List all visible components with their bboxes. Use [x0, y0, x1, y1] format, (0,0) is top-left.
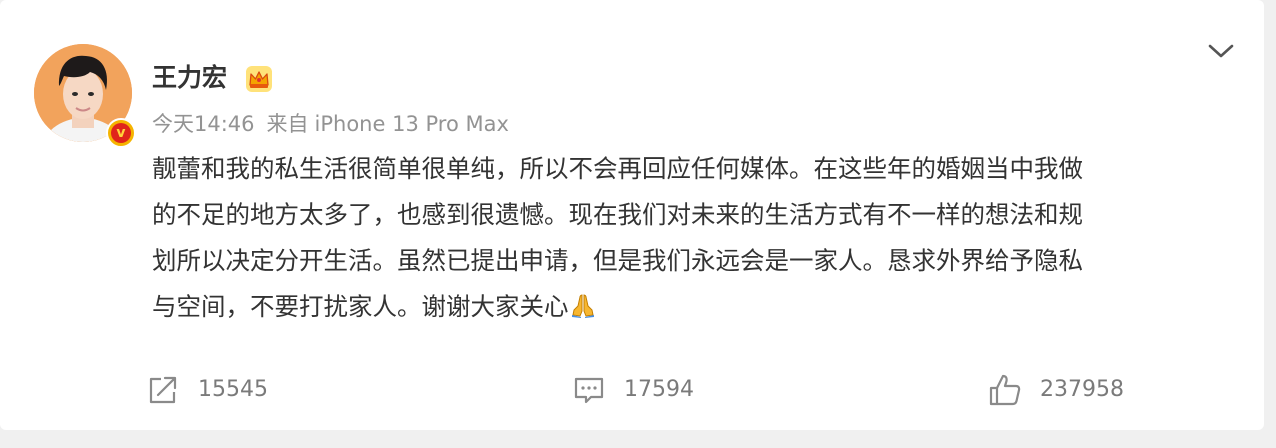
post-text-line: 划所以决定分开生活。虽然已提出申请，但是我们永远会是一家人。恳求外界给予隐私 [152, 246, 1083, 275]
thumbs-up-icon [989, 374, 1021, 406]
verified-v-icon: v [111, 123, 131, 143]
post-time[interactable]: 今天14:46 [152, 112, 255, 136]
share-icon [149, 376, 177, 404]
verified-badge: v [106, 118, 136, 148]
crown-vip-badge-icon[interactable] [244, 64, 274, 94]
comment-icon [574, 377, 604, 404]
source-prefix: 来自 [266, 112, 309, 136]
source-device: iPhone 13 Pro Max [314, 112, 509, 136]
chevron-down-icon[interactable] [1206, 36, 1236, 66]
folded-hands-icon [571, 294, 594, 318]
share-count: 15545 [198, 377, 268, 402]
post-meta: 今天14:46 来自 iPhone 13 Pro Max [152, 110, 521, 138]
post-text-line: 与空间，不要打扰家人。谢谢大家关心 [152, 292, 569, 321]
author-name[interactable]: 王力宏 [152, 62, 227, 94]
like-count: 237958 [1040, 377, 1124, 402]
comment-count: 17594 [624, 377, 694, 402]
share-button[interactable]: 15545 [146, 372, 268, 408]
post-body: 靓蕾和我的私生活很简单很单纯，所以不会再回应任何媒体。在这些年的婚姻当中我做 的… [152, 146, 1227, 330]
post-text-line: 靓蕾和我的私生活很简单很单纯，所以不会再回应任何媒体。在这些年的婚姻当中我做 [152, 154, 1083, 183]
post-text-line: 的不足的地方太多了，也感到很遗憾。现在我们对未来的生活方式有不一样的想法和规 [152, 200, 1083, 229]
post-card: v 王力宏 今天14:46 来自 iPhone 13 Pro Max 靓蕾和我的私生… [0, 0, 1264, 430]
post-text-line-last: 与空间，不要打扰家人。谢谢大家关心 [152, 284, 1227, 330]
comment-button[interactable]: 17594 [572, 372, 694, 408]
like-button[interactable]: 237958 [988, 372, 1124, 408]
